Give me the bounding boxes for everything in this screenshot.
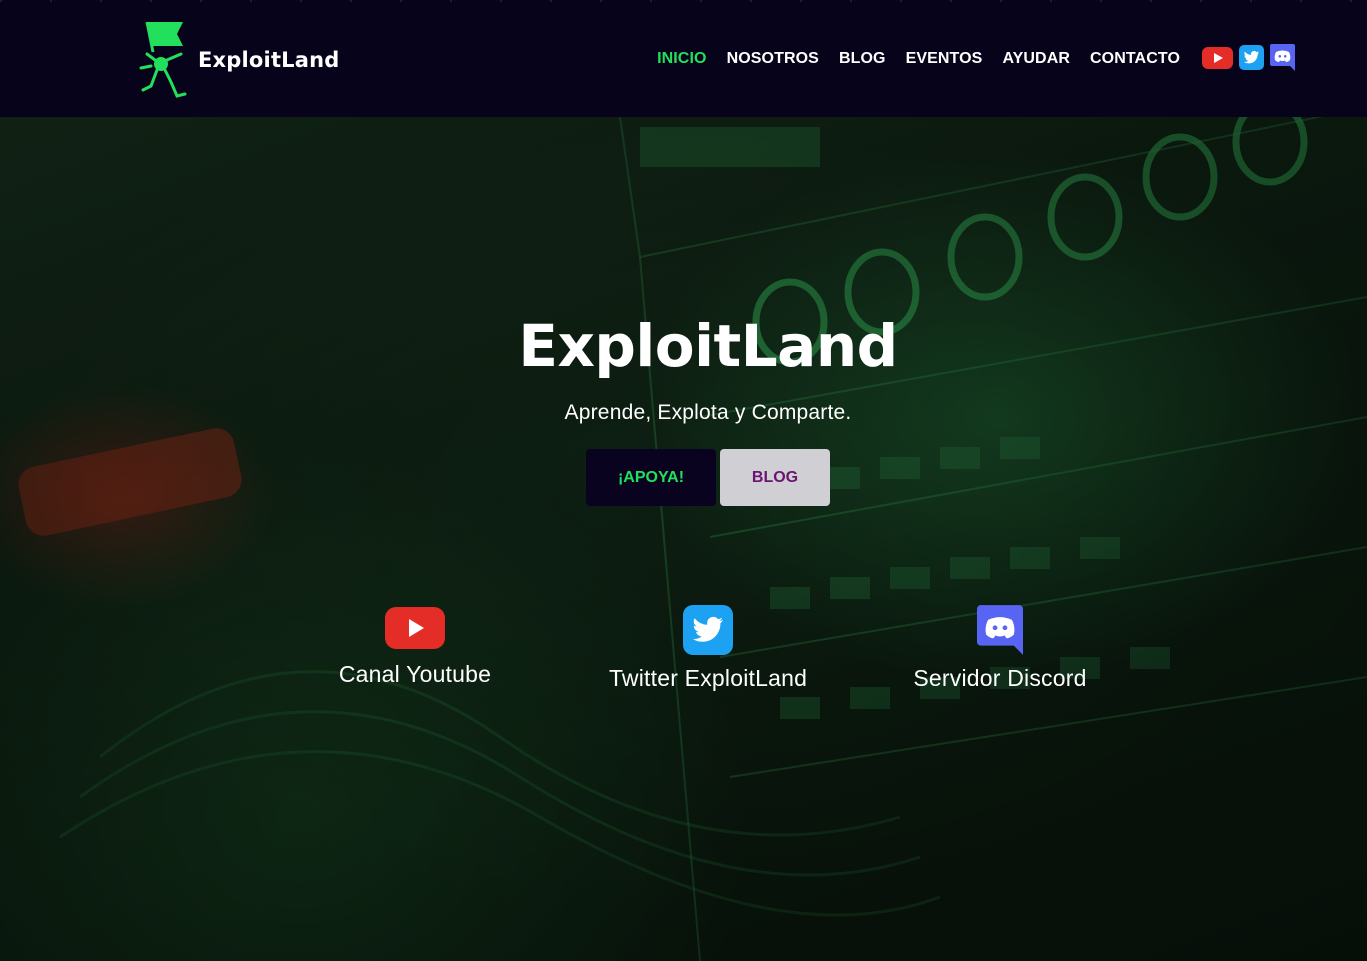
support-button[interactable]: ¡APOYA! <box>586 449 716 506</box>
nav-item-inicio[interactable]: INICIO <box>657 50 707 68</box>
twitter-label: Twitter ExploitLand <box>608 665 808 691</box>
hero-title: ExploitLand <box>518 312 898 380</box>
twitter-icon <box>683 605 733 655</box>
nav-item-ayudar[interactable]: AYUDAR <box>1002 50 1070 68</box>
nav-item-nosotros[interactable]: NOSOTROS <box>727 50 819 68</box>
top-navbar: ExploitLand INICIO NOSOTROS BLOG EVENTOS… <box>0 0 1367 117</box>
youtube-icon[interactable] <box>1202 46 1233 69</box>
twitter-icon[interactable] <box>1239 45 1264 70</box>
hero-subtitle: Aprende, Explota y Comparte. <box>564 401 852 424</box>
nav-item-blog[interactable]: BLOG <box>839 50 886 68</box>
main-nav: INICIO NOSOTROS BLOG EVENTOS AYUDAR CONT… <box>637 48 1180 70</box>
blog-button[interactable]: BLOG <box>720 449 830 506</box>
discord-icon[interactable] <box>1270 44 1295 71</box>
discord-server-label: Servidor Discord <box>913 665 1087 691</box>
header-social-links <box>1202 44 1295 71</box>
hero-section: ExploitLand Aprende, Explota y Comparte.… <box>0 117 1367 961</box>
discord-icon <box>977 605 1023 655</box>
brand-name: ExploitLand <box>198 48 340 72</box>
brand[interactable]: ExploitLand <box>137 20 340 100</box>
youtube-channel-link[interactable]: Canal Youtube <box>315 607 515 688</box>
youtube-icon <box>385 607 445 649</box>
discord-server-link[interactable]: Servidor Discord <box>890 605 1110 692</box>
nav-item-contacto[interactable]: CONTACTO <box>1090 50 1180 68</box>
nav-item-eventos[interactable]: EVENTOS <box>906 50 983 68</box>
hero-overlay <box>0 117 1367 961</box>
twitter-link[interactable]: Twitter ExploitLand <box>588 605 828 692</box>
flag-mascot-logo-icon <box>139 21 187 98</box>
youtube-channel-label: Canal Youtube <box>338 661 492 687</box>
